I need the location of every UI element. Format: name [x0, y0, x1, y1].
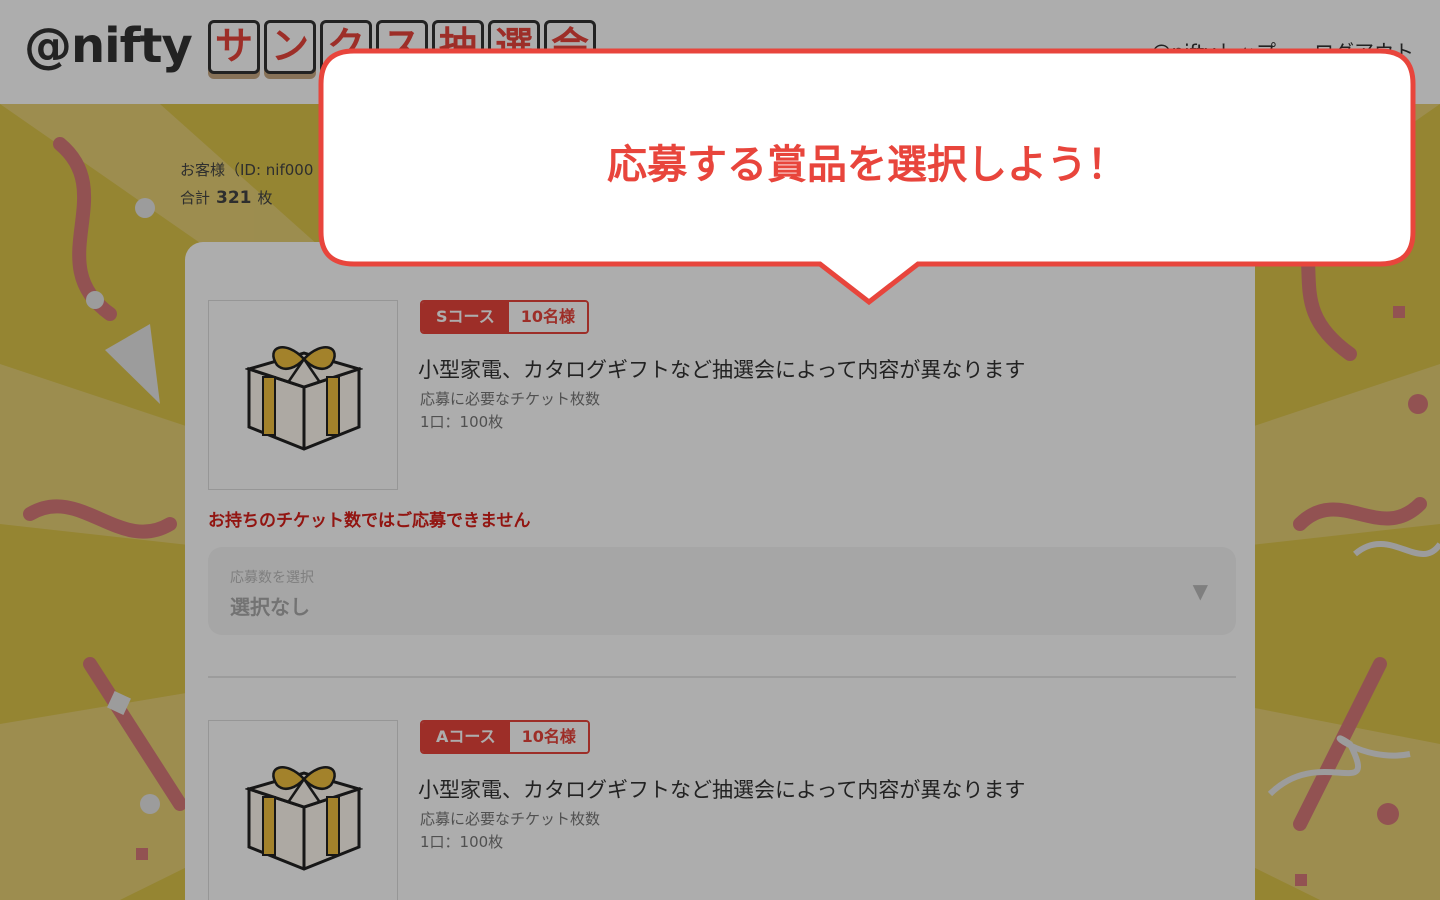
divider	[208, 676, 1236, 678]
select-label: 応募数を選択	[230, 570, 314, 586]
user-info: お客様（ID: nif000 合計 321 枚	[180, 156, 313, 212]
error-message: お持ちのチケット数ではご応募できません	[208, 511, 531, 531]
prize-description: 小型家電、カタログギフトなど抽選会によって内容が異なります	[418, 358, 1026, 382]
requirement-label: 応募に必要なチケット枚数	[420, 390, 601, 408]
requirement-label: 応募に必要なチケット枚数	[420, 810, 601, 828]
nifty-logo[interactable]: @nifty	[24, 18, 193, 74]
ticket-total: 合計 321 枚	[180, 184, 313, 212]
gift-icon	[245, 766, 363, 871]
logo-tile: ン	[264, 20, 316, 74]
ticket-requirement: 応募に必要なチケット枚数 1口：100枚	[420, 808, 600, 854]
requirement-value: 1口：100枚	[420, 413, 504, 431]
gift-icon	[245, 346, 363, 451]
course-name: Aコース	[422, 722, 510, 752]
course-tag: Aコース 10名様	[420, 720, 590, 754]
tutorial-tooltip: 応募する賞品を選択しよう！	[318, 48, 1416, 308]
prize-description: 小型家電、カタログギフトなど抽選会によって内容が異なります	[418, 778, 1026, 802]
logo-tile: サ	[208, 20, 260, 74]
chevron-down-icon: ▼	[1192, 579, 1208, 603]
total-unit: 枚	[257, 189, 273, 207]
total-count: 321	[216, 188, 252, 208]
customer-id: お客様（ID: nif000	[180, 161, 314, 179]
entry-count-select[interactable]: 応募数を選択 選択なし ▼	[208, 547, 1236, 635]
requirement-value: 1口：100枚	[420, 833, 504, 851]
gift-image	[208, 720, 398, 900]
total-label: 合計	[180, 189, 211, 207]
winner-count: 10名様	[509, 722, 588, 752]
ticket-requirement: 応募に必要なチケット枚数 1口：100枚	[420, 388, 600, 434]
tooltip-text: 応募する賞品を選択しよう！	[607, 142, 1127, 188]
select-value: 選択なし	[230, 595, 310, 619]
gift-image	[208, 300, 398, 490]
